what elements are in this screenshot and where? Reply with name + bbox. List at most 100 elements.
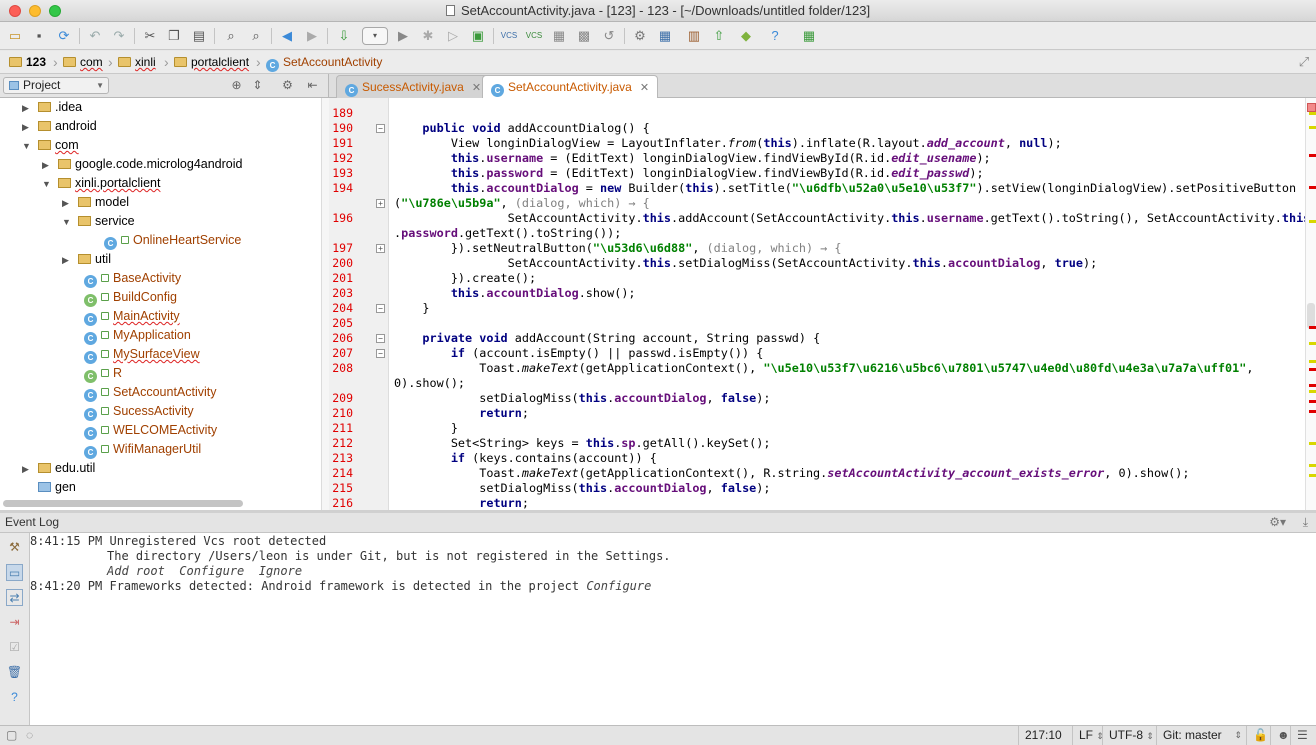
- code-line[interactable]: return;: [394, 496, 529, 510]
- status-toggle-icon[interactable]: ▢: [6, 726, 17, 745]
- fold-expand-icon[interactable]: +: [376, 244, 385, 253]
- error-stripe-mark[interactable]: [1309, 154, 1316, 157]
- chevron-right-icon[interactable]: ▶: [42, 156, 52, 175]
- vcs-history-icon[interactable]: ▩: [575, 27, 593, 45]
- breadcrumb-123[interactable]: 123: [9, 54, 46, 71]
- tab-setaccountactivity[interactable]: C SetAccountActivity.java ✕: [482, 75, 659, 99]
- tree-item[interactable]: C MainActivity: [84, 307, 180, 326]
- forward-icon[interactable]: ▶: [303, 27, 321, 45]
- open-folder-icon[interactable]: ▭: [6, 27, 24, 45]
- error-stripe-mark[interactable]: [1309, 390, 1316, 393]
- project-structure-icon[interactable]: ▦: [656, 27, 674, 45]
- tree-item[interactable]: C SucessActivity: [84, 402, 194, 421]
- lock-icon[interactable]: 🔓: [1246, 726, 1270, 745]
- error-stripe-mark[interactable]: [1309, 342, 1316, 345]
- code-line[interactable]: setDialogMiss(this.accountDialog, false)…: [394, 391, 770, 406]
- chevron-right-icon[interactable]: ▶: [62, 194, 72, 213]
- line-separator-selector[interactable]: LF ⇕: [1072, 726, 1104, 745]
- error-stripe-mark[interactable]: [1309, 400, 1316, 403]
- tree-item[interactable]: C SetAccountActivity: [84, 383, 217, 402]
- minimize-window-button[interactable]: [29, 5, 41, 17]
- fold-collapse-icon[interactable]: −: [376, 124, 385, 133]
- code-line[interactable]: if (account.isEmpty() || passwd.isEmpty(…: [394, 346, 764, 361]
- breadcrumb-setaccountactivity[interactable]: C SetAccountActivity: [266, 54, 382, 72]
- code-line[interactable]: return;: [394, 406, 529, 421]
- run-icon[interactable]: ▶: [394, 27, 412, 45]
- make-project-icon[interactable]: ⇩: [335, 27, 353, 45]
- breadcrumb-com[interactable]: com: [63, 54, 103, 71]
- code-line[interactable]: this.username = (EditText) longinDialogV…: [394, 151, 991, 166]
- mark-read-icon[interactable]: ☑: [6, 639, 23, 656]
- configure-frameworks-link[interactable]: Configure: [586, 579, 651, 593]
- code-line[interactable]: }).setNeutralButton("\u53d6\u6d88", (dia…: [394, 241, 842, 256]
- paste-icon[interactable]: ▤: [190, 27, 208, 45]
- code-line[interactable]: Toast.makeText(getApplicationContext(), …: [394, 361, 1253, 376]
- cut-icon[interactable]: ✂: [141, 27, 159, 45]
- close-tab-icon[interactable]: ✕: [640, 82, 649, 94]
- close-window-button[interactable]: [9, 5, 21, 17]
- chevron-right-icon[interactable]: ▶: [22, 99, 32, 118]
- hide-panel-icon[interactable]: ⇤: [305, 78, 320, 93]
- project-view-selector[interactable]: Project ▼: [3, 77, 109, 94]
- export-icon[interactable]: ⇥: [6, 614, 23, 631]
- maximize-editor-icon[interactable]: ⤢: [1295, 53, 1313, 71]
- run-config-dropdown[interactable]: ▾: [362, 27, 388, 45]
- debug-icon[interactable]: ✱: [419, 27, 437, 45]
- sdk-manager-icon[interactable]: ▥: [685, 27, 703, 45]
- coverage-icon[interactable]: ▷: [444, 27, 462, 45]
- error-stripe-mark[interactable]: [1309, 442, 1316, 445]
- android-icon[interactable]: ◆: [737, 27, 755, 45]
- code-line[interactable]: }: [394, 301, 429, 316]
- tree-item[interactable]: ▶ android: [22, 117, 97, 136]
- trash-icon[interactable]: 🗑: [6, 664, 23, 681]
- breadcrumb-xinli[interactable]: xinli: [118, 54, 156, 71]
- balloon-icon[interactable]: ▭: [6, 564, 23, 581]
- sidebar-horizontal-scrollbar[interactable]: [3, 500, 243, 507]
- add-root-link[interactable]: Add root: [107, 564, 165, 578]
- code-line[interactable]: 0).show();: [394, 376, 465, 391]
- attach-icon[interactable]: ▣: [469, 27, 487, 45]
- tree-item[interactable]: C BuildConfig: [84, 288, 177, 307]
- code-line[interactable]: this.accountDialog.show();: [394, 286, 636, 301]
- code-line[interactable]: }).create();: [394, 271, 536, 286]
- scroll-from-source-icon[interactable]: ⊕: [229, 78, 244, 93]
- tree-item[interactable]: C MySurfaceView: [84, 345, 200, 364]
- tree-item[interactable]: C WELCOMEActivity: [84, 421, 217, 440]
- vcs-commit-icon[interactable]: VCS: [525, 27, 543, 45]
- help-icon[interactable]: ?: [6, 689, 23, 706]
- tree-item[interactable]: ▶ google.code.microlog4android: [42, 155, 242, 174]
- scroll-to-end-icon[interactable]: ⇄: [6, 589, 23, 606]
- tree-item[interactable]: ▼ xinli.portalclient: [42, 174, 160, 193]
- code-line[interactable]: this.password = (EditText) longinDialogV…: [394, 166, 984, 181]
- fold-expand-icon[interactable]: +: [376, 199, 385, 208]
- tree-item[interactable]: ▶ util: [62, 250, 111, 269]
- zoom-window-button[interactable]: [49, 5, 61, 17]
- chevron-right-icon[interactable]: ▶: [62, 251, 72, 270]
- sync-gradle-icon[interactable]: ⇧: [710, 27, 728, 45]
- vcs-branch-selector[interactable]: Git: master ⇕: [1156, 726, 1246, 745]
- tree-item[interactable]: C BaseActivity: [84, 269, 181, 288]
- fold-collapse-icon[interactable]: −: [376, 304, 385, 313]
- tree-item[interactable]: ▶ edu.util: [22, 459, 95, 478]
- gear-icon[interactable]: ⚙▾: [1269, 513, 1286, 532]
- tree-item[interactable]: ▶ .idea: [22, 98, 82, 117]
- tree-item[interactable]: C OnlineHeartService: [104, 231, 241, 250]
- code-editor[interactable]: 189 190 public void addAccountDialog() {1…: [329, 98, 1316, 510]
- ignore-link[interactable]: Ignore: [259, 564, 302, 578]
- code-line[interactable]: }: [394, 421, 458, 436]
- tree-item[interactable]: ▼ service: [62, 212, 135, 231]
- code-line[interactable]: .password.getText().toString());: [394, 226, 621, 241]
- collapse-all-icon[interactable]: ⇕: [250, 78, 265, 93]
- code-line[interactable]: View longinDialogView = LayoutInflater.f…: [394, 136, 1062, 151]
- error-stripe-mark[interactable]: [1309, 410, 1316, 413]
- tree-item[interactable]: C MyApplication: [84, 326, 191, 345]
- code-line[interactable]: Toast.makeText(getApplicationContext(), …: [394, 466, 1189, 481]
- vcs-revert-icon[interactable]: ↺: [600, 27, 618, 45]
- tree-item[interactable]: CR: [84, 364, 122, 383]
- event-log-icon[interactable]: ☰: [1290, 726, 1316, 745]
- code-line[interactable]: private void addAccount(String account, …: [394, 331, 820, 346]
- chevron-down-icon[interactable]: ▼: [22, 137, 32, 156]
- error-stripe-mark[interactable]: [1309, 186, 1316, 189]
- code-line[interactable]: SetAccountActivity.this.setDialogMiss(Se…: [394, 256, 1098, 271]
- sidebar-scrollbar[interactable]: [321, 98, 329, 510]
